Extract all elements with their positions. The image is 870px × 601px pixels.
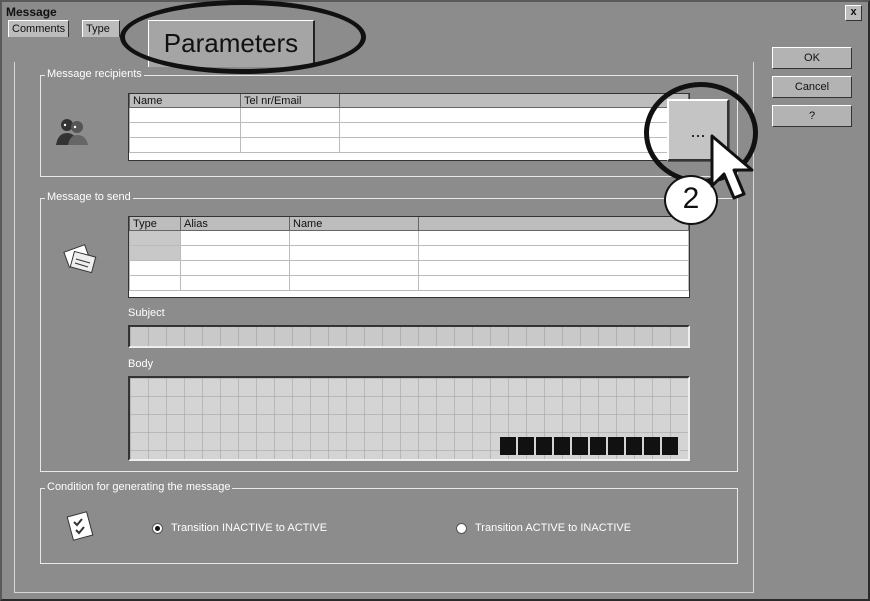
message-icon [62, 242, 98, 277]
table-row[interactable] [129, 107, 689, 123]
column-header-alias[interactable]: Alias [180, 217, 290, 231]
ok-button[interactable]: OK [772, 47, 852, 69]
radio-active-to-inactive[interactable]: Transition ACTIVE to INACTIVE [456, 522, 631, 534]
column-header-blank [418, 217, 689, 231]
subject-label: Subject [128, 307, 165, 319]
table-row[interactable] [129, 260, 689, 276]
checklist-icon [64, 510, 98, 545]
radio-label-1: Transition INACTIVE to ACTIVE [171, 522, 328, 534]
table-row[interactable] [129, 275, 689, 291]
body-field[interactable] [128, 376, 690, 461]
cancel-button[interactable]: Cancel [772, 76, 852, 98]
column-header-blank [339, 94, 689, 108]
recipients-table[interactable]: Name Tel nr/Email [128, 93, 690, 161]
body-black-cells [500, 437, 680, 455]
message-dialog: Message x Comments Type Message recipien… [0, 0, 870, 601]
window-title: Message [6, 5, 57, 19]
radio-label-2: Transition ACTIVE to INACTIVE [475, 522, 632, 534]
radio-dot-checked[interactable] [152, 522, 163, 534]
column-header-msg-name[interactable]: Name [289, 217, 419, 231]
close-button[interactable]: x [845, 5, 862, 21]
message-table[interactable]: Type Alias Name [128, 216, 690, 298]
column-header-name[interactable]: Name [129, 94, 241, 108]
radio-dot-unchecked[interactable] [456, 522, 467, 534]
condition-group-label: Condition for generating the message [45, 481, 233, 493]
people-icon [54, 117, 90, 150]
subject-field[interactable] [128, 325, 690, 348]
column-header-type[interactable]: Type [129, 217, 181, 231]
column-header-tel-email[interactable]: Tel nr/Email [240, 94, 340, 108]
body-label: Body [128, 358, 154, 370]
cursor-arrow-icon [708, 132, 768, 215]
table-row[interactable] [129, 122, 689, 138]
recipients-group-label: Message recipients [45, 68, 144, 80]
tab-type[interactable]: Type [82, 20, 120, 37]
help-button[interactable]: ? [772, 105, 852, 127]
table-row[interactable] [129, 245, 689, 261]
message-group-label: Message to send [45, 191, 133, 203]
table-row[interactable] [129, 230, 689, 246]
tab-comments[interactable]: Comments [8, 20, 70, 37]
condition-group: Condition for generating the message [40, 481, 738, 564]
table-row[interactable] [129, 137, 689, 153]
radio-inactive-to-active[interactable]: Transition INACTIVE to ACTIVE [152, 522, 327, 534]
title-bar: Message x [2, 2, 868, 22]
parameters-callout-circle [120, 0, 366, 74]
